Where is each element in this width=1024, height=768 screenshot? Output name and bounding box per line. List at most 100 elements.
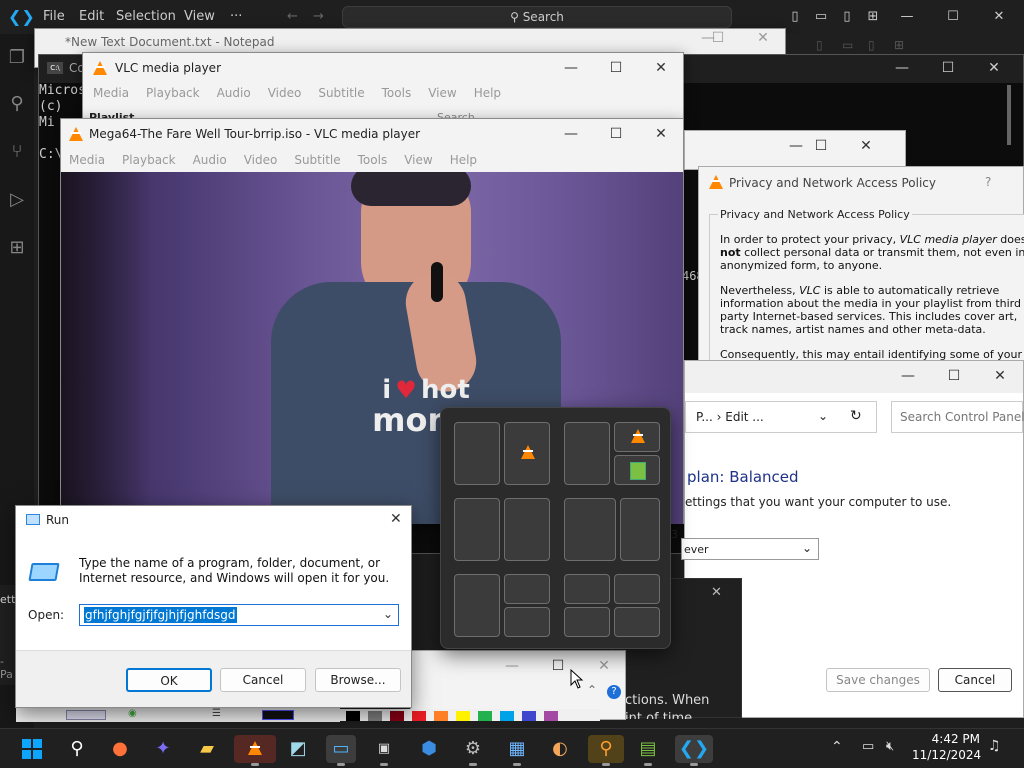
menu-video[interactable]: Video bbox=[268, 86, 302, 100]
paint-close-button[interactable]: ✕ bbox=[581, 651, 627, 681]
color-swatch[interactable] bbox=[412, 711, 426, 721]
vlc-back-close-button[interactable]: ✕ bbox=[638, 53, 684, 83]
color-swatch[interactable] bbox=[522, 711, 536, 721]
snap-zone[interactable] bbox=[454, 498, 500, 561]
vlc-video-minimize-button[interactable]: — bbox=[548, 119, 594, 149]
settings-icon[interactable]: ⚙ bbox=[458, 735, 488, 766]
privacy-help-button[interactable]: ? bbox=[985, 175, 991, 189]
menu-tools[interactable]: Tools bbox=[358, 153, 388, 167]
menu-media[interactable]: Media bbox=[93, 86, 129, 100]
settings-close-button[interactable]: ✕ bbox=[711, 585, 722, 600]
terminal-close-button[interactable]: ✕ bbox=[971, 53, 1017, 83]
search-icon[interactable]: ⚲ bbox=[7, 94, 27, 114]
menu-subtitle[interactable]: Subtitle bbox=[294, 153, 340, 167]
vscode-maximize-button[interactable]: ☐ bbox=[930, 0, 976, 34]
clock-date[interactable]: 11/12/2024 bbox=[912, 748, 981, 762]
color-swatch[interactable] bbox=[544, 711, 558, 721]
run-close-button[interactable]: ✕ bbox=[390, 511, 402, 527]
run-command-input[interactable]: gfhjfghjfgjfjfgjhjfjghfdsgd ⌄ bbox=[79, 604, 399, 626]
start-button[interactable] bbox=[17, 735, 47, 763]
volume-muted-icon[interactable]: 🔇︎ bbox=[886, 739, 894, 754]
privacy-dialog[interactable]: Privacy and Network Access Policy ? Priv… bbox=[698, 166, 1024, 367]
color-swatch[interactable] bbox=[500, 711, 514, 721]
vscode-taskbar-icon[interactable]: ❮❯ bbox=[675, 735, 713, 766]
color-swatch[interactable] bbox=[478, 711, 492, 721]
snap-zone-vlc[interactable] bbox=[504, 422, 550, 485]
privacy-back-maximize-button[interactable]: ☐ bbox=[798, 131, 844, 161]
run-dialog[interactable]: Run ✕ Type the name of a program, folder… bbox=[15, 505, 412, 708]
notepadpp-taskbar-icon[interactable]: ▤ bbox=[633, 735, 663, 766]
color-swatch[interactable] bbox=[390, 711, 404, 721]
cp-cancel-button[interactable]: Cancel bbox=[938, 668, 1012, 692]
paint-icon[interactable]: ◐ bbox=[545, 735, 575, 763]
cp-breadcrumb[interactable]: P... › Edit ... bbox=[696, 410, 764, 424]
menu-subtitle[interactable]: Subtitle bbox=[318, 86, 364, 100]
help-icon[interactable]: ? bbox=[607, 685, 621, 699]
menu-view[interactable]: View bbox=[404, 153, 432, 167]
bird-app-icon[interactable]: ✦ bbox=[148, 735, 178, 763]
explorer-icon[interactable]: ❐ bbox=[7, 48, 27, 68]
snap-zone[interactable] bbox=[504, 574, 550, 604]
menu-tools[interactable]: Tools bbox=[382, 86, 412, 100]
menu-view[interactable]: View bbox=[428, 86, 456, 100]
ok-button[interactable]: OK bbox=[126, 668, 212, 692]
chevron-up-icon[interactable]: ⌃ bbox=[831, 739, 843, 755]
notepad-maximize-button[interactable]: ☐ bbox=[695, 23, 741, 53]
snap-zone[interactable] bbox=[564, 607, 610, 637]
vlc-video-close-button[interactable]: ✕ bbox=[638, 119, 684, 149]
paint-shapes-icon[interactable]: ☰ bbox=[212, 708, 221, 719]
vlc-taskbar-icon[interactable] bbox=[234, 735, 276, 766]
vlc-back-minimize-button[interactable]: — bbox=[548, 53, 594, 83]
paint-color-icon[interactable] bbox=[262, 710, 294, 720]
chevron-down-icon[interactable]: ⌄ bbox=[383, 607, 393, 621]
vscode-close-button[interactable]: ✕ bbox=[976, 0, 1022, 34]
snap-zone[interactable] bbox=[614, 607, 660, 637]
magnifier-icon[interactable]: ⚲ bbox=[588, 735, 624, 766]
privacy-back-window[interactable]: — ☐ ✕ bbox=[684, 130, 906, 170]
menu-playback[interactable]: Playback bbox=[146, 86, 200, 100]
source-control-icon[interactable]: ⑂ bbox=[7, 142, 27, 162]
snap-zone[interactable] bbox=[504, 498, 550, 561]
cp-search-input[interactable]: Search Control Panel bbox=[891, 401, 1024, 433]
cp-save-button[interactable]: Save changes bbox=[826, 668, 930, 692]
color-swatch[interactable] bbox=[368, 711, 382, 721]
clock-time[interactable]: 4:42 PM bbox=[920, 732, 980, 746]
remote-desktop-icon[interactable]: ▦ bbox=[502, 735, 532, 766]
privacy-back-close-button[interactable]: ✕ bbox=[843, 131, 889, 161]
menu-playback[interactable]: Playback bbox=[122, 153, 176, 167]
snap-zone[interactable] bbox=[454, 574, 500, 637]
notepad-taskbar-icon[interactable]: ◩ bbox=[283, 735, 313, 763]
vlc-video-maximize-button[interactable]: ☐ bbox=[593, 119, 639, 149]
snap-zone[interactable] bbox=[564, 422, 610, 485]
paint-tool-icon[interactable] bbox=[66, 710, 106, 720]
paint-brush-icon[interactable]: ◉ bbox=[128, 708, 137, 719]
notepad-close-button[interactable]: ✕ bbox=[740, 23, 786, 53]
snap-zone[interactable] bbox=[564, 574, 610, 604]
color-swatch[interactable] bbox=[456, 711, 470, 721]
snap-zone[interactable] bbox=[504, 607, 550, 637]
snap-zone-vlc[interactable] bbox=[614, 422, 660, 452]
menu-help[interactable]: Help bbox=[474, 86, 501, 100]
debug-icon[interactable]: ▷ bbox=[7, 190, 27, 210]
refresh-icon[interactable]: ↻ bbox=[850, 408, 862, 424]
color-swatch[interactable] bbox=[434, 711, 448, 721]
chevron-down-icon[interactable]: ⌄ bbox=[818, 409, 828, 423]
terminal-maximize-button[interactable]: ☐ bbox=[925, 53, 971, 83]
snap-zone[interactable] bbox=[614, 574, 660, 604]
run-taskbar-icon[interactable]: ▭ bbox=[326, 735, 356, 766]
file-explorer-icon[interactable]: ▰ bbox=[192, 735, 222, 763]
notification-bell-icon[interactable]: ♫︎ bbox=[988, 738, 1001, 754]
snap-zone[interactable] bbox=[620, 498, 660, 561]
network-icon[interactable]: ▭ bbox=[862, 739, 874, 754]
vlc-back-maximize-button[interactable]: ☐ bbox=[593, 53, 639, 83]
terminal-scrollbar[interactable] bbox=[1007, 85, 1011, 145]
snap-zone[interactable] bbox=[454, 422, 500, 485]
terminal-minimize-button[interactable]: — bbox=[879, 53, 925, 83]
snap-zone-notepad[interactable] bbox=[614, 455, 660, 485]
cp-maximize-button[interactable]: ☐ bbox=[931, 361, 977, 391]
color-swatch[interactable] bbox=[346, 711, 360, 721]
menu-help[interactable]: Help bbox=[450, 153, 477, 167]
taskbar-search-icon[interactable]: ⚲ bbox=[62, 735, 92, 763]
terminal-taskbar-icon[interactable]: ▣ bbox=[369, 735, 399, 766]
network-app-icon[interactable]: ⬢ bbox=[414, 735, 444, 763]
